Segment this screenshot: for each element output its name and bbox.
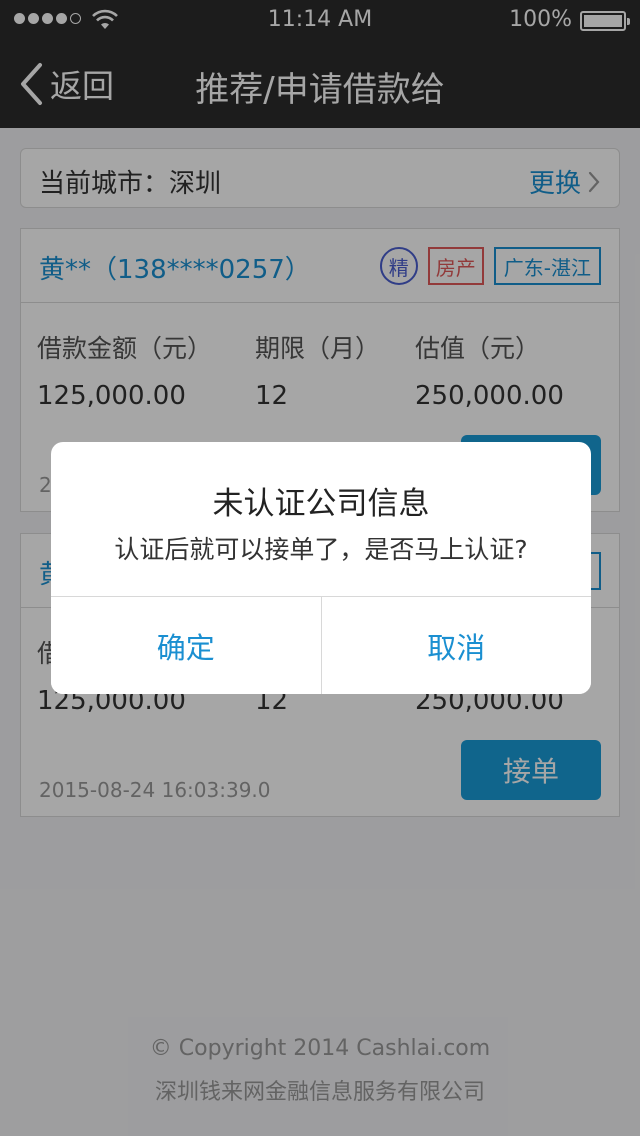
dialog-message: 认证后就可以接单了，是否马上认证? (114, 535, 528, 564)
dialog-buttons: 确定 取消 (51, 596, 591, 694)
cancel-button[interactable]: 取消 (320, 597, 591, 694)
alert-dialog: 未认证公司信息 认证后就可以接单了，是否马上认证? 确定 取消 (51, 442, 591, 694)
confirm-button[interactable]: 确定 (51, 597, 321, 694)
dialog-title: 未认证公司信息 (212, 486, 430, 522)
